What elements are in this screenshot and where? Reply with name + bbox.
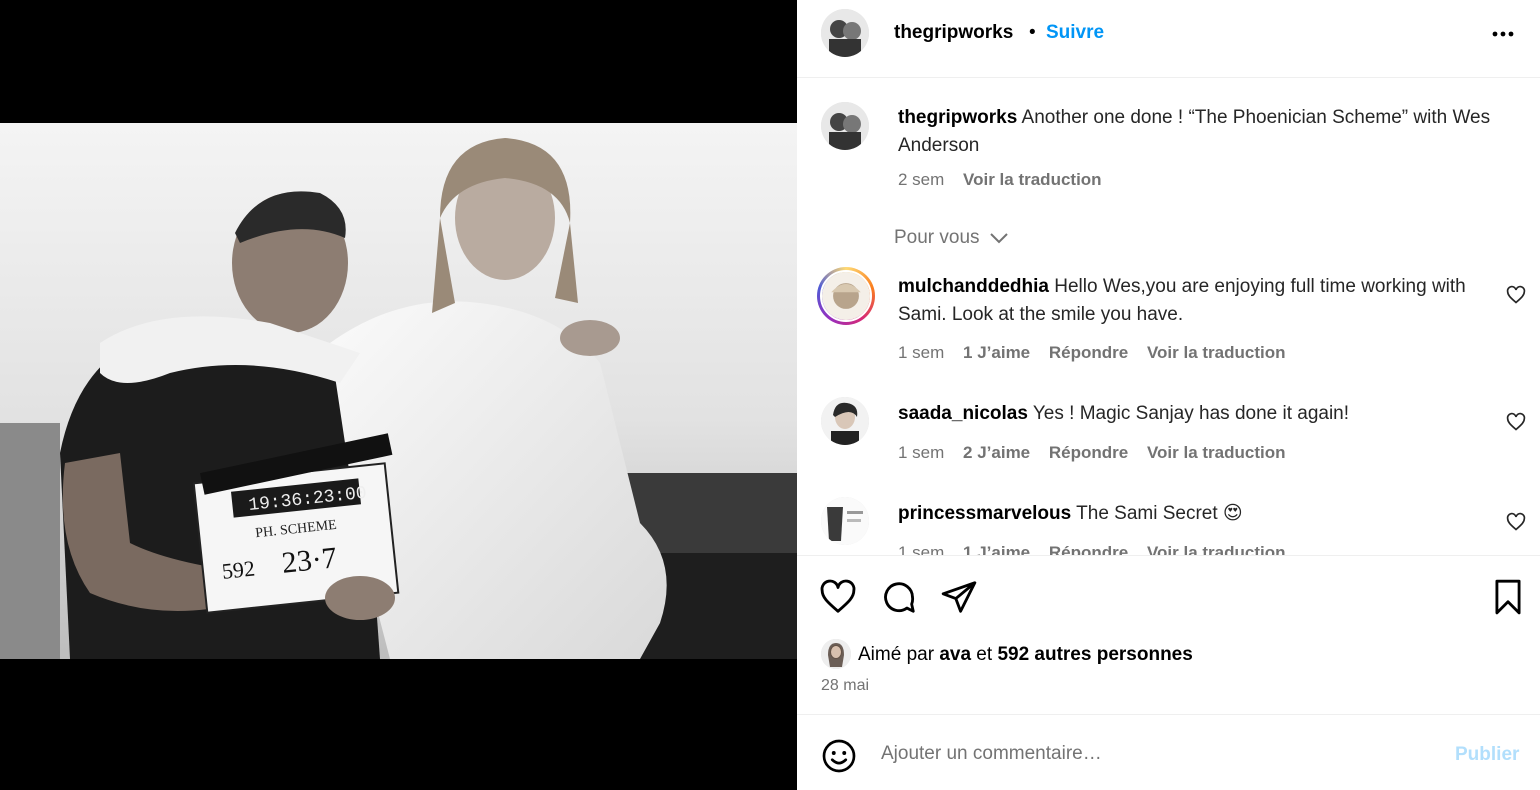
slate-scene: 23·7 xyxy=(280,541,338,580)
share-send-icon[interactable] xyxy=(940,578,978,616)
comment-username[interactable]: saada_nicolas xyxy=(898,403,1028,424)
post-media: 19:36:23:00 PH. SCHEME 23·7 592 xyxy=(0,0,797,790)
post-panel: thegripworks • Suivre thegripworks Anoth… xyxy=(797,0,1540,790)
like-heart-icon[interactable] xyxy=(819,578,857,616)
comment-username[interactable]: princessmarvelous xyxy=(898,503,1071,524)
comments-list[interactable]: thegripworks Another one done ! “The Pho… xyxy=(797,79,1540,555)
reply-link[interactable]: Répondre xyxy=(1049,543,1128,555)
photo-illustration: 19:36:23:00 PH. SCHEME 23·7 592 xyxy=(0,123,797,659)
comment-likes[interactable]: 1 J’aime xyxy=(963,343,1030,362)
publish-button[interactable]: Publier xyxy=(1455,744,1519,766)
post-actions: Aimé par ava et 592 autres personnes 28 … xyxy=(797,555,1540,715)
comment-likes[interactable]: 1 J’aime xyxy=(963,543,1030,555)
comment-time[interactable]: 1 sem xyxy=(898,543,944,555)
caption-text-block: thegripworks Another one done ! “The Pho… xyxy=(898,104,1508,160)
likes-others[interactable]: 592 autres personnes xyxy=(997,644,1192,665)
follow-button[interactable]: Suivre xyxy=(1046,22,1104,44)
slate-roll: 592 xyxy=(221,556,256,584)
translate-link[interactable]: Voir la traduction xyxy=(1147,543,1286,555)
liker-avatar[interactable] xyxy=(821,639,851,669)
comment-text-block: mulchanddedhia Hello Wes,you are enjoyin… xyxy=(898,273,1508,329)
comment-text-block: princessmarvelous The Sami Secret 😍 xyxy=(898,500,1508,528)
post-header: thegripworks • Suivre xyxy=(797,0,1540,78)
likes-user[interactable]: ava xyxy=(939,644,971,665)
likes-prefix: Aimé par xyxy=(858,644,935,665)
caption-meta: 2 sem Voir la traduction xyxy=(898,170,1116,190)
translate-link[interactable]: Voir la traduction xyxy=(1147,443,1286,462)
author-username[interactable]: thegripworks xyxy=(894,22,1013,44)
caption-avatar[interactable] xyxy=(821,102,869,150)
comment-meta: 1 sem 1 J’aime Répondre Voir la traducti… xyxy=(898,543,1300,555)
comment-like-heart-icon[interactable] xyxy=(1506,512,1526,532)
chevron-down-icon xyxy=(990,233,1008,244)
caption-translate-link[interactable]: Voir la traduction xyxy=(963,170,1102,189)
comment-meta: 1 sem 1 J’aime Répondre Voir la traducti… xyxy=(898,343,1300,363)
comment-time[interactable]: 1 sem xyxy=(898,343,944,362)
caption-username[interactable]: thegripworks xyxy=(898,107,1017,128)
more-options-icon[interactable] xyxy=(1489,20,1517,48)
likes-middle: et xyxy=(976,644,993,665)
save-bookmark-icon[interactable] xyxy=(1489,578,1527,616)
comment-text-block: saada_nicolas Yes ! Magic Sanjay has don… xyxy=(898,400,1508,428)
caption-time[interactable]: 2 sem xyxy=(898,170,944,189)
translate-link[interactable]: Voir la traduction xyxy=(1147,343,1286,362)
comment-avatar[interactable] xyxy=(821,497,869,545)
comment-bubble-icon[interactable] xyxy=(880,578,918,616)
comment-like-heart-icon[interactable] xyxy=(1506,285,1526,305)
comment-meta: 1 sem 2 J’aime Répondre Voir la traducti… xyxy=(898,443,1300,463)
comment-text: The Sami Secret 😍 xyxy=(1076,503,1243,524)
author-avatar[interactable] xyxy=(821,9,869,57)
emoji-picker-icon[interactable] xyxy=(821,738,857,774)
separator-dot: • xyxy=(1029,22,1036,43)
comment-time[interactable]: 1 sem xyxy=(898,443,944,462)
likes-summary: Aimé par ava et 592 autres personnes xyxy=(858,644,1193,666)
for-you-label: Pour vous xyxy=(894,227,980,248)
comment-avatar[interactable] xyxy=(821,397,869,445)
comment-input[interactable] xyxy=(881,734,1441,774)
for-you-filter[interactable]: Pour vous xyxy=(894,227,1009,249)
comment-username[interactable]: mulchanddedhia xyxy=(898,276,1049,297)
post-date[interactable]: 28 mai xyxy=(821,677,869,695)
comment-avatar-story-ring[interactable] xyxy=(817,267,875,325)
comment-text: Yes ! Magic Sanjay has done it again! xyxy=(1032,403,1350,424)
post-photo[interactable]: 19:36:23:00 PH. SCHEME 23·7 592 xyxy=(0,123,797,659)
comment-like-heart-icon[interactable] xyxy=(1506,412,1526,432)
comment-composer: Publier xyxy=(797,716,1540,790)
reply-link[interactable]: Répondre xyxy=(1049,343,1128,362)
reply-link[interactable]: Répondre xyxy=(1049,443,1128,462)
comment-likes[interactable]: 2 J’aime xyxy=(963,443,1030,462)
